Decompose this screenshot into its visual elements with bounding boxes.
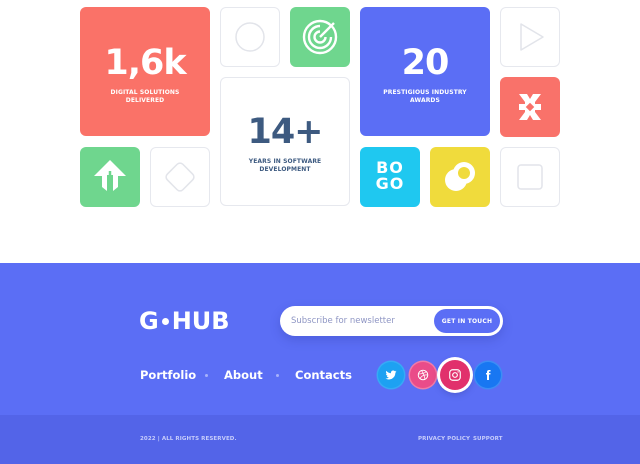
stat-card-solutions: 1,6k DIGITAL SOLUTIONS DELIVERED [80,7,210,136]
play-outline-icon [520,23,544,51]
nav-link-contacts[interactable]: Contacts [295,367,352,383]
rings-logo-icon [445,162,475,191]
twitter-link[interactable] [378,362,404,388]
dribbble-link[interactable] [410,362,436,388]
footer-bottom-bar [0,415,640,464]
partner-tile [500,7,560,67]
stat-caption: YEARS IN SOFTWARE DEVELOPMENT [248,158,322,173]
partner-tile [500,147,560,207]
logo-dot-icon [161,317,169,325]
nav-separator [205,374,208,377]
facebook-icon [486,370,491,380]
partner-tile [150,147,210,207]
partner-tile [220,7,280,67]
footer-logo[interactable]: G HUB [139,307,230,335]
square-outline-icon [517,164,543,190]
instagram-icon [449,369,461,381]
copyright-text: 2022 | ALL RIGHTS RESERVED. [140,436,237,442]
partner-tile [290,7,350,67]
partner-tile [430,147,490,207]
privacy-policy-link[interactable]: PRIVACY POLICY [418,436,470,442]
target-logo-icon [302,19,338,55]
stat-value: 20 [401,43,450,83]
stat-caption: DIGITAL SOLUTIONS DELIVERED [110,89,180,104]
stat-card-experience: 14+ YEARS IN SOFTWARE DEVELOPMENT [220,77,350,206]
partner-tile [500,77,560,137]
stat-value: 1,6k [104,43,186,83]
footer [0,263,640,415]
nav-link-about[interactable]: About [224,367,263,383]
newsletter-email-input[interactable] [291,306,431,336]
support-link[interactable]: SUPPORT [473,436,503,442]
stat-value: 14+ [247,112,323,152]
nav-link-portfolio[interactable]: Portfolio [140,367,196,383]
stat-card-awards: 20 PRESTIGIOUS INDUSTRY AWARDS [360,7,490,136]
bogo-logo-icon: BO GO [375,158,405,193]
stat-caption: PRESTIGIOUS INDUSTRY AWARDS [383,89,467,104]
diamond-outline-icon [165,162,195,192]
facebook-link[interactable] [475,362,501,388]
dribbble-icon [417,369,429,381]
nav-separator [276,374,279,377]
twitter-icon [385,370,397,380]
instagram-link[interactable] [440,360,470,390]
partner-tile: BO GO [360,147,420,207]
get-in-touch-button[interactable]: GET IN TOUCH [434,309,500,333]
partner-tile [80,147,140,207]
newsletter-form: GET IN TOUCH [280,306,503,336]
circle-outline-icon [235,22,265,52]
page: 1,6k DIGITAL SOLUTIONS DELIVERED 14+ YEA… [0,0,640,464]
x-logo-icon [519,94,541,120]
arrow-up-logo-icon [94,160,126,193]
